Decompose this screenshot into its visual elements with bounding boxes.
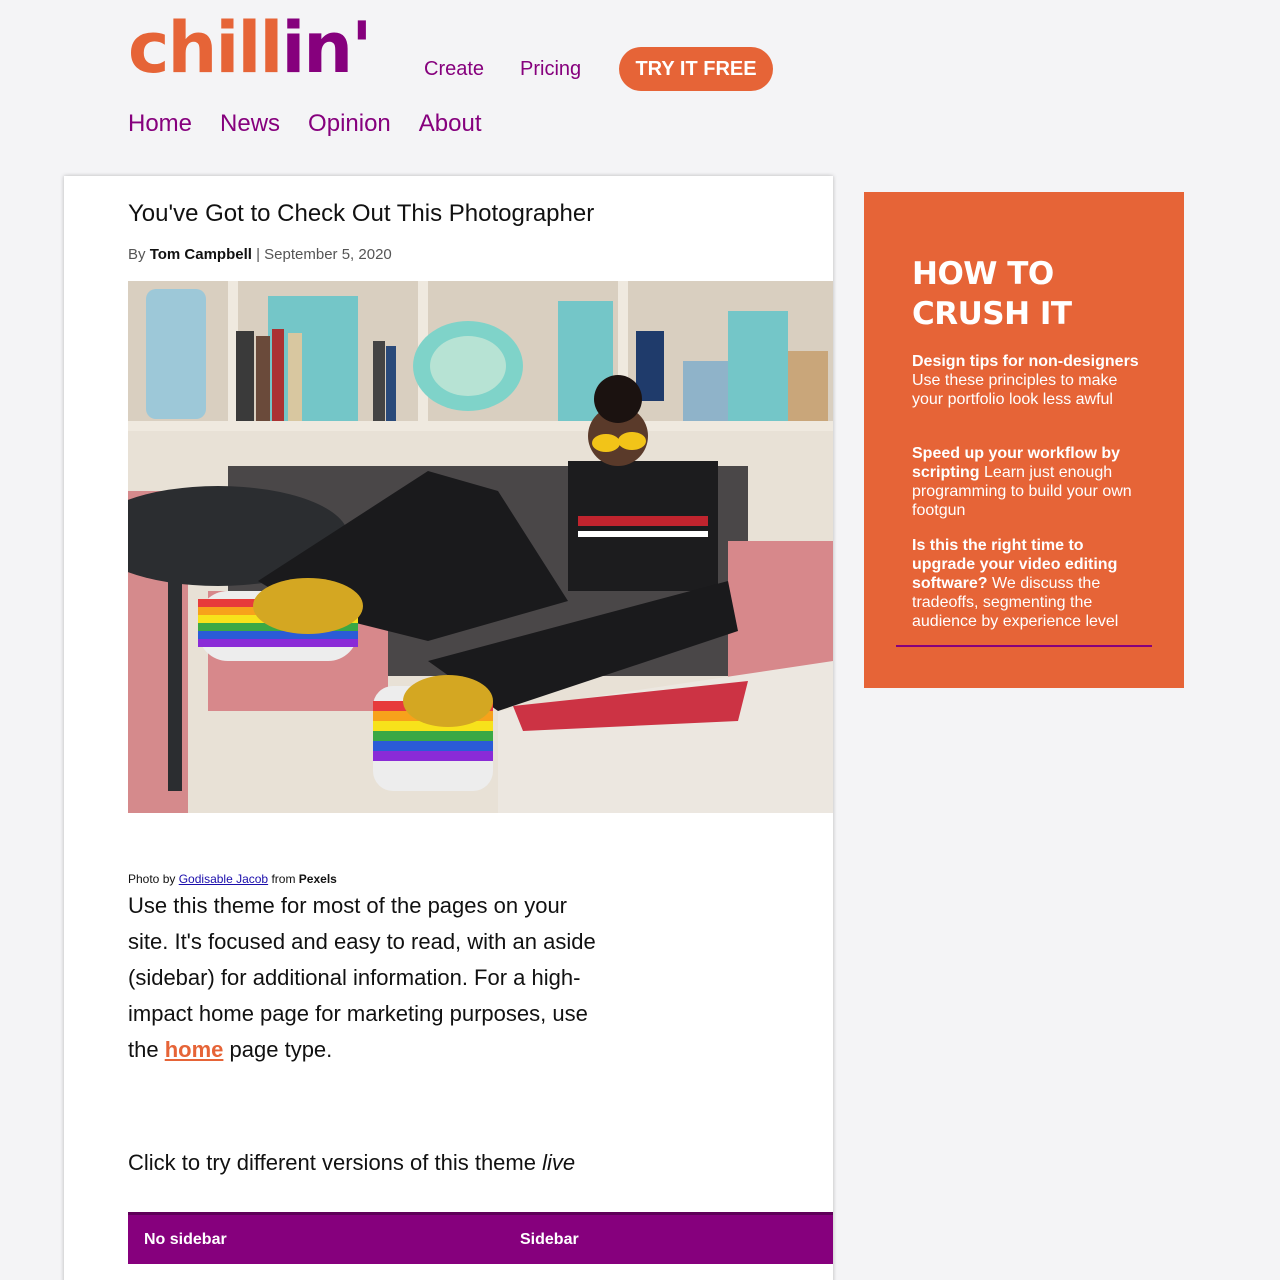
- sidebar-tip-scripting[interactable]: Speed up your workflow by scripting Lear…: [912, 444, 1142, 520]
- main-nav: Home News Opinion About: [128, 110, 482, 138]
- site-logo[interactable]: chillin': [128, 6, 373, 90]
- logo-part2: in': [281, 7, 372, 89]
- photographer-link[interactable]: Godisable Jacob: [179, 872, 268, 886]
- tip-title: Design tips for non-designers: [912, 353, 1139, 370]
- article-body: Use this theme for most of the pages on …: [128, 888, 598, 1068]
- credit-middle: from: [271, 872, 296, 886]
- sidebar-heading: HOW TO CRUSH IT: [912, 256, 1072, 332]
- nav-news[interactable]: News: [220, 110, 280, 138]
- sidebar-tip-video[interactable]: Is this the right time to upgrade your v…: [912, 536, 1142, 631]
- article-photo: [128, 281, 833, 813]
- nav-home[interactable]: Home: [128, 110, 192, 138]
- sidebar-tip-design[interactable]: Design tips for non-designers Use these …: [912, 352, 1142, 409]
- photo-credit: Photo by Godisable Jacob from Pexels: [128, 872, 337, 886]
- sidebar-divider: [896, 645, 1152, 647]
- byline-prefix: By: [128, 246, 146, 263]
- nav-opinion[interactable]: Opinion: [308, 110, 391, 138]
- try-versions-text: Click to try different versions of this …: [128, 1150, 575, 1176]
- credit-prefix: Photo by: [128, 872, 176, 886]
- article-byline: By Tom Campbell | September 5, 2020: [128, 246, 392, 263]
- nav-about[interactable]: About: [419, 110, 482, 138]
- nav-create-link[interactable]: Create: [424, 58, 484, 81]
- article-card: You've Got to Check Out This Photographe…: [64, 176, 833, 1280]
- column-no-sidebar[interactable]: No sidebar: [144, 1231, 227, 1249]
- credit-source: Pexels: [298, 872, 337, 886]
- column-sidebar[interactable]: Sidebar: [520, 1231, 579, 1249]
- article-title: You've Got to Check Out This Photographe…: [128, 200, 595, 227]
- body-text-after: page type.: [229, 1037, 333, 1062]
- try-it-free-button[interactable]: TRY IT FREE: [619, 47, 773, 91]
- try-text-main: Click to try different versions of this …: [128, 1150, 536, 1175]
- home-page-type-link[interactable]: home: [165, 1037, 224, 1062]
- tip-text: Use these principles to make your portfo…: [912, 372, 1118, 408]
- try-text-emphasis: live: [542, 1150, 576, 1175]
- theme-versions-table-header: No sidebar Sidebar: [128, 1212, 833, 1264]
- sidebar-promo: HOW TO CRUSH IT Design tips for non-desi…: [864, 192, 1184, 688]
- byline-author: Tom Campbell: [149, 246, 252, 263]
- logo-part1: chill: [128, 7, 283, 89]
- nav-pricing-link[interactable]: Pricing: [520, 58, 581, 81]
- byline-date: September 5, 2020: [264, 246, 392, 263]
- byline-separator: |: [256, 246, 260, 263]
